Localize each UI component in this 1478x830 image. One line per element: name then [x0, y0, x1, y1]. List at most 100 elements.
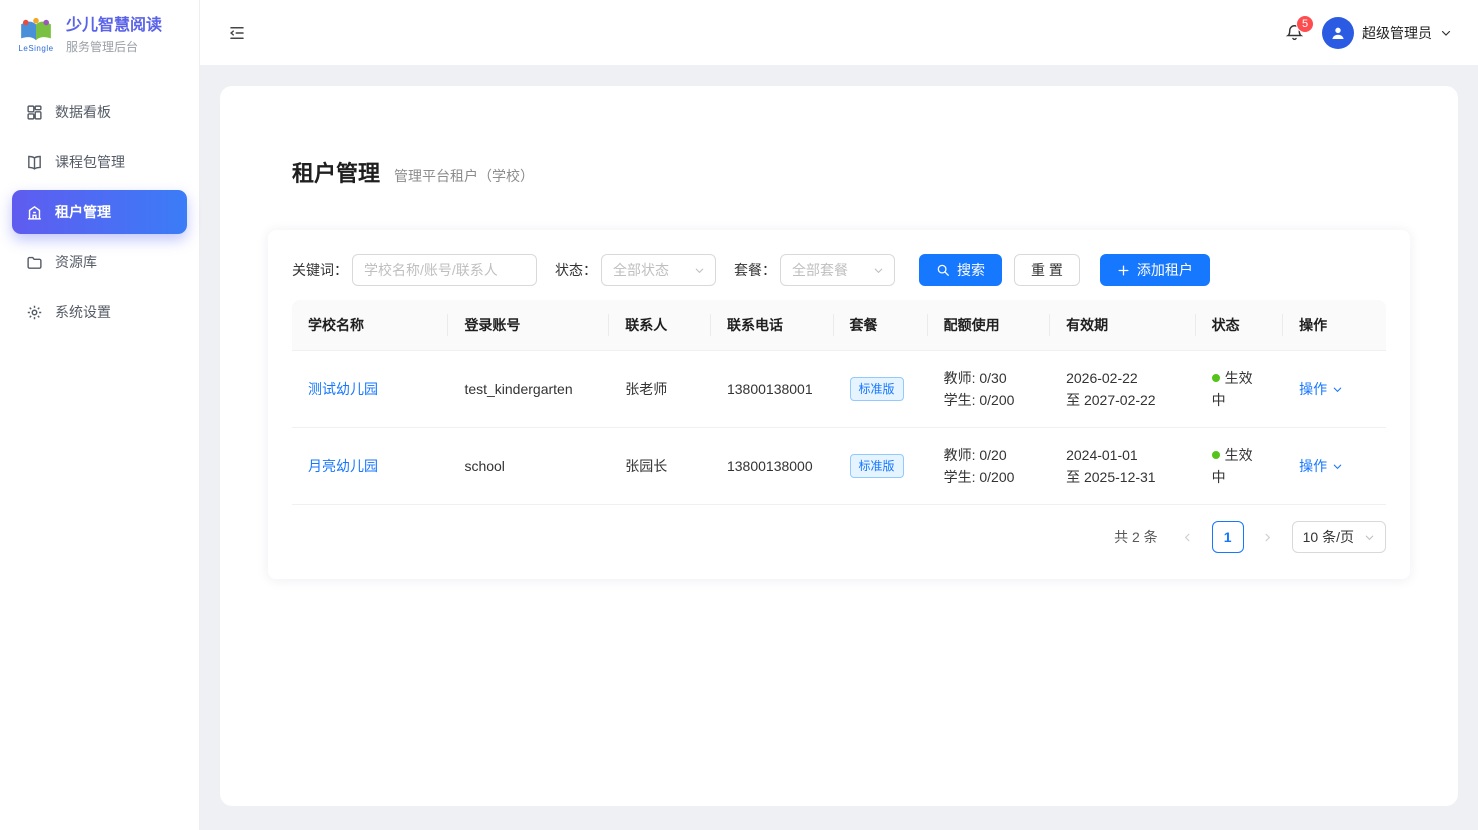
col-contact: 联系人 [609, 300, 711, 351]
col-actions: 操作 [1283, 300, 1386, 351]
school-name-link[interactable]: 月亮幼儿园 [308, 458, 378, 474]
search-button[interactable]: 搜索 [919, 254, 1002, 286]
col-quota: 配额使用 [928, 300, 1051, 351]
sidebar-item-course-packages[interactable]: 课程包管理 [12, 140, 187, 184]
avatar [1322, 17, 1354, 49]
sidebar-item-label: 租户管理 [55, 202, 111, 222]
plan-tag: 标准版 [850, 377, 904, 401]
chevron-down-icon [873, 265, 884, 276]
chevron-down-icon [1440, 27, 1452, 39]
colorful-book-icon [17, 17, 55, 43]
pagination-page-1[interactable]: 1 [1212, 521, 1244, 553]
reset-button-label: 重 置 [1031, 260, 1063, 280]
col-school: 学校名称 [292, 300, 448, 351]
account-cell: school [448, 428, 609, 505]
plan-tag: 标准版 [850, 454, 904, 478]
status-dot [1212, 451, 1220, 459]
quota-teacher: 教师: 0/20 [944, 444, 1035, 466]
chevron-down-icon [1364, 532, 1375, 543]
valid-to: 至 2025-12-31 [1066, 466, 1180, 488]
status-label: 状态： [555, 260, 597, 280]
app-subtitle: 服务管理后台 [66, 38, 162, 55]
row-actions-dropdown[interactable]: 操作 [1299, 455, 1343, 477]
pagination-total: 共 2 条 [1114, 527, 1158, 547]
quota-teacher: 教师: 0/30 [944, 367, 1035, 389]
table-row: 月亮幼儿园 school 张园长 13800138000 标准版 教师: 0/2… [292, 428, 1386, 505]
sidebar-item-label: 系统设置 [55, 302, 111, 322]
top-header: 5 超级管理员 [200, 0, 1478, 65]
folder-icon [26, 254, 43, 271]
sidebar-item-tenants[interactable]: 租户管理 [12, 190, 187, 234]
col-validity: 有效期 [1050, 300, 1196, 351]
building-icon [26, 204, 43, 221]
sidebar-nav: 数据看板 课程包管理 租户管理 资源库 系统设置 [0, 70, 199, 334]
quota-student: 学生: 0/200 [944, 466, 1035, 488]
sidebar-item-label: 课程包管理 [55, 152, 125, 172]
page-card: 租户管理 管理平台租户（学校） 关键词： 状态： 全部状态 套餐： 全部套餐 [220, 86, 1458, 806]
page-size-select[interactable]: 10 条/页 [1292, 521, 1386, 553]
status-cell: 生效中 [1196, 428, 1284, 505]
sidebar-item-dashboard[interactable]: 数据看板 [12, 90, 187, 134]
content-area: 租户管理 管理平台租户（学校） 关键词： 状态： 全部状态 套餐： 全部套餐 [200, 65, 1478, 830]
book-icon [26, 154, 43, 171]
page-subtitle: 管理平台租户（学校） [394, 166, 534, 186]
sidebar-item-label: 数据看板 [55, 102, 111, 122]
row-actions-label: 操作 [1299, 455, 1327, 477]
plan-label: 套餐： [734, 260, 776, 280]
valid-to: 至 2027-02-22 [1066, 389, 1180, 411]
keyword-label: 关键词： [292, 260, 348, 280]
page-title: 租户管理 [292, 156, 380, 188]
notifications-button[interactable]: 5 [1285, 23, 1304, 42]
page-size-value: 10 条/页 [1303, 527, 1354, 547]
row-actions-label: 操作 [1299, 378, 1327, 400]
chevron-down-icon [1332, 384, 1343, 395]
sidebar-item-settings[interactable]: 系统设置 [12, 290, 187, 334]
plan-select-value: 全部套餐 [792, 260, 848, 280]
app-title: 少儿智慧阅读 [66, 16, 162, 36]
valid-from: 2024-01-01 [1066, 444, 1180, 466]
quota-cell: 教师: 0/30 学生: 0/200 [928, 351, 1051, 428]
status-select-value: 全部状态 [613, 260, 669, 280]
contact-cell: 张园长 [609, 428, 711, 505]
user-menu[interactable]: 超级管理员 [1322, 17, 1452, 49]
tenants-table: 学校名称 登录账号 联系人 联系电话 套餐 配额使用 有效期 状态 操作 [292, 300, 1386, 505]
pagination-next-button[interactable] [1252, 521, 1284, 553]
sidebar-item-label: 资源库 [55, 252, 97, 272]
contact-cell: 张老师 [609, 351, 711, 428]
col-account: 登录账号 [448, 300, 609, 351]
status-select[interactable]: 全部状态 [601, 254, 716, 286]
notification-badge: 5 [1297, 16, 1313, 32]
col-phone: 联系电话 [711, 300, 834, 351]
sidebar-collapse-button[interactable] [224, 20, 250, 46]
filter-bar: 关键词： 状态： 全部状态 套餐： 全部套餐 [292, 254, 1386, 286]
keyword-input[interactable] [352, 254, 537, 286]
user-name: 超级管理员 [1362, 23, 1432, 43]
menu-fold-icon [228, 24, 246, 42]
chevron-down-icon [1332, 461, 1343, 472]
validity-cell: 2024-01-01 至 2025-12-31 [1050, 428, 1196, 505]
app-logo: LeSingle 少儿智慧阅读 服务管理后台 [0, 0, 199, 70]
tenants-panel: 关键词： 状态： 全部状态 套餐： 全部套餐 [268, 230, 1410, 579]
school-name-link[interactable]: 测试幼儿园 [308, 381, 378, 397]
reset-button[interactable]: 重 置 [1014, 254, 1080, 286]
sidebar-item-resources[interactable]: 资源库 [12, 240, 187, 284]
plan-select[interactable]: 全部套餐 [780, 254, 895, 286]
chevron-left-icon [1182, 532, 1193, 543]
table-header-row: 学校名称 登录账号 联系人 联系电话 套餐 配额使用 有效期 状态 操作 [292, 300, 1386, 351]
logo-icon: LeSingle [14, 17, 58, 53]
quota-cell: 教师: 0/20 学生: 0/200 [928, 428, 1051, 505]
phone-cell: 13800138001 [711, 351, 834, 428]
add-tenant-button[interactable]: 添加租户 [1100, 254, 1210, 286]
add-tenant-button-label: 添加租户 [1137, 260, 1193, 280]
valid-from: 2026-02-22 [1066, 367, 1180, 389]
search-button-label: 搜索 [957, 260, 985, 280]
row-actions-dropdown[interactable]: 操作 [1299, 378, 1343, 400]
sidebar: LeSingle 少儿智慧阅读 服务管理后台 数据看板 课程包管理 租户管理 [0, 0, 200, 830]
col-status: 状态 [1196, 300, 1284, 351]
search-icon [936, 263, 950, 277]
gear-icon [26, 304, 43, 321]
pagination-prev-button[interactable] [1172, 521, 1204, 553]
chevron-right-icon [1262, 532, 1273, 543]
col-plan: 套餐 [834, 300, 928, 351]
phone-cell: 13800138000 [711, 428, 834, 505]
